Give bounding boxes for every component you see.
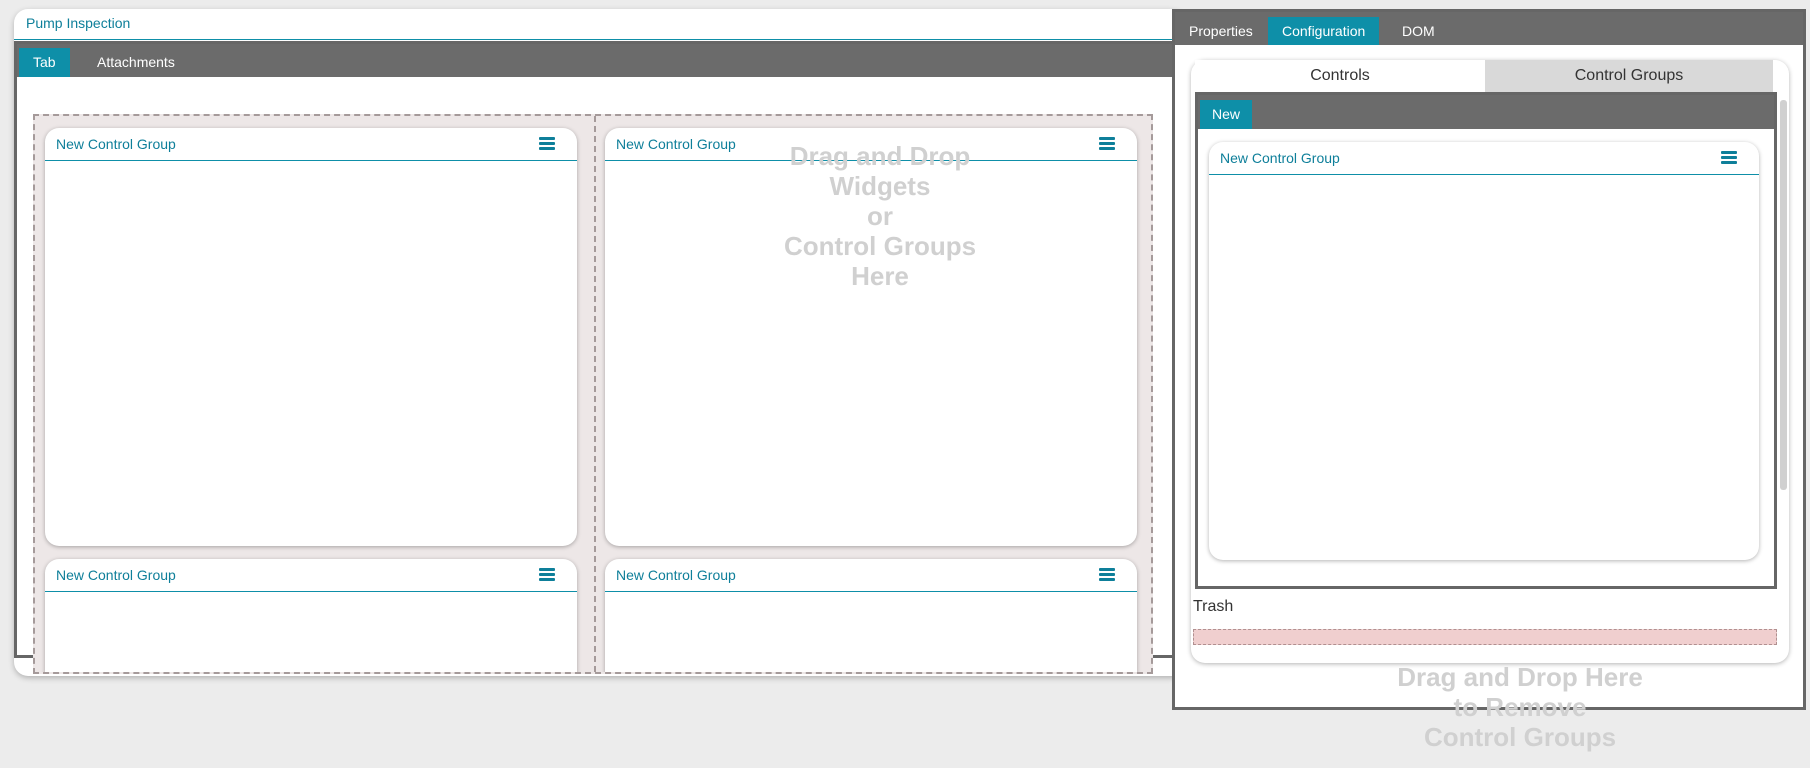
form-card: Pump Inspection Tab Attachments New Cont…	[14, 9, 1186, 676]
control-group-title: New Control Group	[616, 136, 736, 152]
template-control-group[interactable]: New Control Group	[1209, 142, 1759, 560]
panel-tabbar: Properties Configuration DOM	[1175, 12, 1803, 45]
title-divider	[14, 39, 1186, 40]
control-group-header: New Control Group	[1209, 142, 1759, 175]
tab-properties[interactable]: Properties	[1175, 17, 1267, 45]
trash-hint: Drag and Drop Here to Remove Control Gro…	[1397, 662, 1643, 752]
subtab-controls[interactable]: Controls	[1195, 60, 1485, 92]
column-divider	[594, 116, 596, 672]
panel-scrollbar[interactable]	[1780, 100, 1787, 490]
trash-label: Trash	[1193, 598, 1234, 615]
form-tabbar: Tab Attachments	[17, 44, 1186, 77]
configuration-panel: Properties Configuration DOM Controls Co…	[1172, 9, 1806, 710]
control-group-title: New Control Group	[56, 136, 176, 152]
trash-drop-zone[interactable]	[1193, 629, 1777, 645]
control-group-title: New Control Group	[1220, 150, 1340, 166]
tab-attachments[interactable]: Attachments	[83, 48, 189, 77]
control-group-header: New Control Group	[45, 559, 577, 592]
new-tabbar: New	[1198, 95, 1774, 129]
control-group[interactable]: New Control Group	[45, 128, 577, 546]
tab-dom[interactable]: DOM	[1388, 17, 1449, 45]
form-title: Pump Inspection	[26, 15, 131, 31]
control-group-header: New Control Group	[45, 128, 577, 161]
control-group-title: New Control Group	[616, 567, 736, 583]
control-group[interactable]: New Control Group	[605, 559, 1137, 672]
new-control-group-box: New New Control Group	[1195, 92, 1777, 589]
form-body: Tab Attachments New Control Group New Co…	[14, 41, 1186, 674]
drop-hint: Drag and Drop Widgets or Control Groups …	[783, 141, 977, 291]
panel-card: Controls Control Groups New New Control …	[1191, 60, 1789, 663]
hamburger-menu-icon[interactable]	[1721, 151, 1737, 164]
hamburger-menu-icon[interactable]	[1099, 137, 1115, 150]
control-group[interactable]: New Control Group	[45, 559, 577, 672]
hamburger-menu-icon[interactable]	[539, 137, 555, 150]
tab-configuration[interactable]: Configuration	[1268, 17, 1380, 45]
hamburger-menu-icon[interactable]	[539, 568, 555, 581]
hamburger-menu-icon[interactable]	[1099, 568, 1115, 581]
subtab-control-groups[interactable]: Control Groups	[1485, 60, 1773, 92]
tab-new[interactable]: New	[1200, 100, 1253, 129]
tab-tab[interactable]: Tab	[19, 48, 70, 77]
control-group-title: New Control Group	[56, 567, 176, 583]
control-group-header: New Control Group	[605, 559, 1137, 592]
